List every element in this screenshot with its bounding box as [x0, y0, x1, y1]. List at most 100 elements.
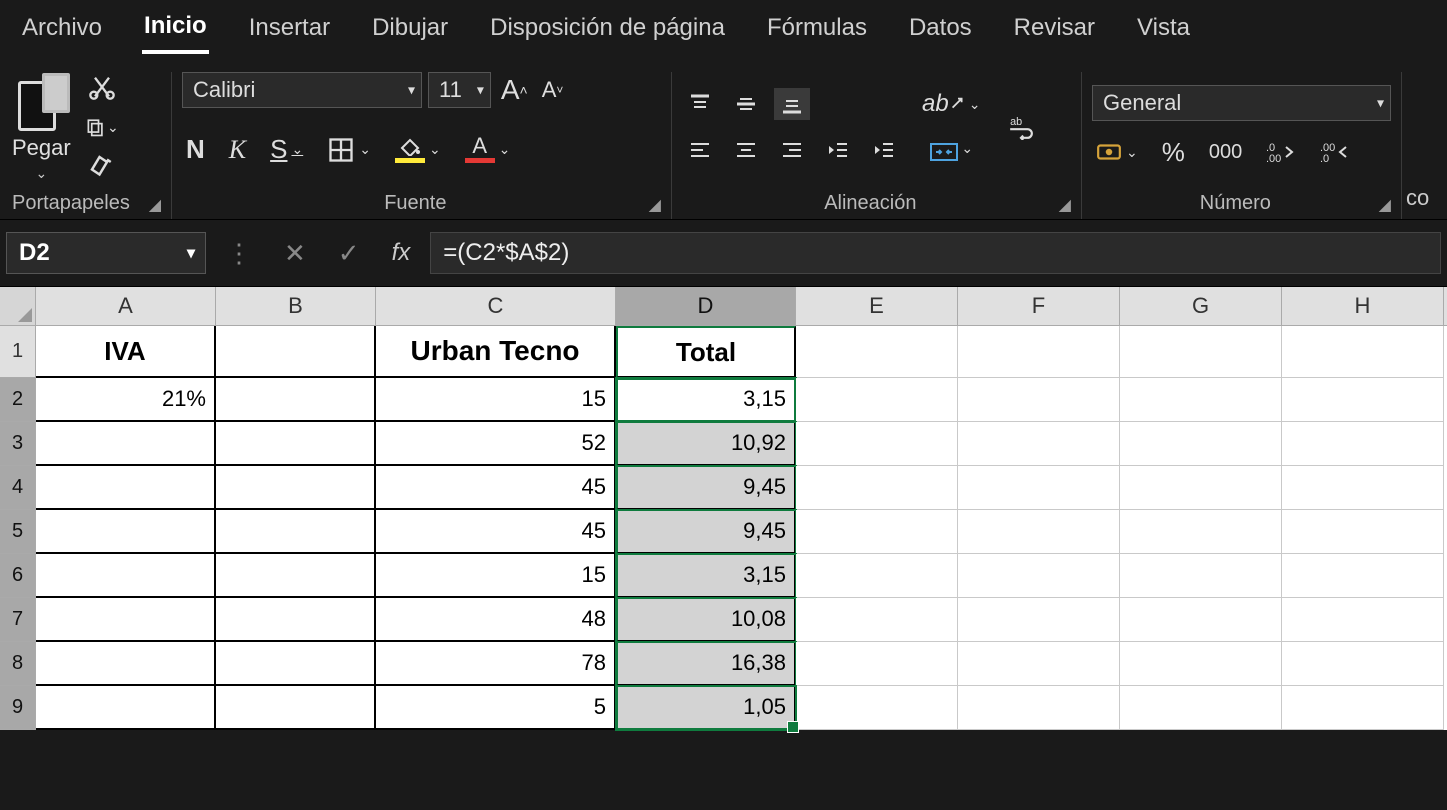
- cell-A9[interactable]: [36, 686, 216, 730]
- insert-function-icon[interactable]: fx: [380, 239, 423, 267]
- border-button[interactable]: ⌄: [323, 134, 375, 166]
- row-header-1[interactable]: 1: [0, 326, 36, 378]
- cell-B3[interactable]: [216, 422, 376, 466]
- cell-G8[interactable]: [1120, 642, 1282, 686]
- cell-D4[interactable]: 9,45: [616, 466, 796, 510]
- menu-archivo[interactable]: Archivo: [20, 10, 104, 52]
- cell-A3[interactable]: [36, 422, 216, 466]
- cell-F7[interactable]: [958, 598, 1120, 642]
- cell-C5[interactable]: 45: [376, 510, 616, 554]
- cancel-formula-icon[interactable]: ✕: [272, 238, 318, 269]
- cell-D5[interactable]: 9,45: [616, 510, 796, 554]
- cell-B1[interactable]: [216, 326, 376, 378]
- clipboard-dialog-launcher[interactable]: ◢: [149, 195, 161, 215]
- cell-H9[interactable]: [1282, 686, 1444, 730]
- row-header-2[interactable]: 2: [0, 378, 36, 422]
- align-middle-icon[interactable]: [728, 88, 764, 120]
- decrease-indent-icon[interactable]: [820, 134, 856, 166]
- copy-icon[interactable]: ⌄: [85, 112, 119, 142]
- cell-C1[interactable]: Urban Tecno: [376, 326, 616, 378]
- cell-D7[interactable]: 10,08: [616, 598, 796, 642]
- cell-G3[interactable]: [1120, 422, 1282, 466]
- bold-button[interactable]: N: [182, 132, 209, 167]
- paste-label[interactable]: Pegar: [12, 135, 71, 161]
- menu-dibujar[interactable]: Dibujar: [370, 10, 450, 52]
- formula-input[interactable]: =(C2*$A$2): [430, 232, 1441, 274]
- percent-icon[interactable]: %: [1158, 135, 1189, 170]
- cell-C6[interactable]: 15: [376, 554, 616, 598]
- col-header-E[interactable]: E: [796, 287, 958, 325]
- cell-G1[interactable]: [1120, 326, 1282, 378]
- decrease-font-icon[interactable]: A˅: [538, 75, 568, 105]
- col-header-B[interactable]: B: [216, 287, 376, 325]
- cell-H2[interactable]: [1282, 378, 1444, 422]
- menu-disposicion[interactable]: Disposición de página: [488, 10, 727, 52]
- row-header-6[interactable]: 6: [0, 554, 36, 598]
- cell-B9[interactable]: [216, 686, 376, 730]
- cell-H5[interactable]: [1282, 510, 1444, 554]
- cell-D2[interactable]: 3,15: [616, 378, 796, 422]
- wrap-text-icon[interactable]: ab: [1002, 110, 1040, 144]
- cell-E3[interactable]: [796, 422, 958, 466]
- cell-G7[interactable]: [1120, 598, 1282, 642]
- col-header-D[interactable]: D: [616, 287, 796, 325]
- cell-G9[interactable]: [1120, 686, 1282, 730]
- orientation-icon[interactable]: ab⌄: [918, 86, 984, 122]
- cell-C3[interactable]: 52: [376, 422, 616, 466]
- increase-font-icon[interactable]: A˄: [497, 72, 532, 108]
- underline-button[interactable]: S⌄: [266, 132, 307, 167]
- increase-indent-icon[interactable]: [866, 134, 902, 166]
- cell-F6[interactable]: [958, 554, 1120, 598]
- cell-F5[interactable]: [958, 510, 1120, 554]
- cell-H4[interactable]: [1282, 466, 1444, 510]
- alignment-dialog-launcher[interactable]: ◢: [1059, 195, 1071, 215]
- cell-F3[interactable]: [958, 422, 1120, 466]
- cell-A6[interactable]: [36, 554, 216, 598]
- cell-B5[interactable]: [216, 510, 376, 554]
- col-header-A[interactable]: A: [36, 287, 216, 325]
- cell-G6[interactable]: [1120, 554, 1282, 598]
- align-right-icon[interactable]: [774, 134, 810, 166]
- cell-F8[interactable]: [958, 642, 1120, 686]
- cell-A5[interactable]: [36, 510, 216, 554]
- thousands-icon[interactable]: 000: [1205, 139, 1246, 166]
- cell-D3[interactable]: 10,92: [616, 422, 796, 466]
- row-header-9[interactable]: 9: [0, 686, 36, 730]
- paste-icon[interactable]: [12, 73, 70, 135]
- align-center-icon[interactable]: [728, 134, 764, 166]
- cell-H6[interactable]: [1282, 554, 1444, 598]
- font-color-button[interactable]: A ⌄: [461, 134, 515, 165]
- cell-E6[interactable]: [796, 554, 958, 598]
- cell-B8[interactable]: [216, 642, 376, 686]
- menu-vista[interactable]: Vista: [1135, 10, 1192, 52]
- cell-C8[interactable]: 78: [376, 642, 616, 686]
- font-dialog-launcher[interactable]: ◢: [649, 195, 661, 215]
- menu-formulas[interactable]: Fórmulas: [765, 10, 869, 52]
- cell-A2[interactable]: 21%: [36, 378, 216, 422]
- menu-inicio[interactable]: Inicio: [142, 8, 209, 54]
- format-painter-icon[interactable]: [85, 152, 119, 182]
- align-top-icon[interactable]: [682, 88, 718, 120]
- font-family-select[interactable]: Calibri▾: [182, 72, 422, 108]
- cell-A1[interactable]: IVA: [36, 326, 216, 378]
- cell-F1[interactable]: [958, 326, 1120, 378]
- align-bottom-icon[interactable]: [774, 88, 810, 120]
- col-header-F[interactable]: F: [958, 287, 1120, 325]
- italic-button[interactable]: K: [225, 133, 250, 167]
- cell-F2[interactable]: [958, 378, 1120, 422]
- align-left-icon[interactable]: [682, 134, 718, 166]
- col-header-G[interactable]: G: [1120, 287, 1282, 325]
- cell-F4[interactable]: [958, 466, 1120, 510]
- cell-H7[interactable]: [1282, 598, 1444, 642]
- cell-A8[interactable]: [36, 642, 216, 686]
- select-all-corner[interactable]: [0, 287, 36, 325]
- cell-G2[interactable]: [1120, 378, 1282, 422]
- currency-icon[interactable]: ⌄: [1092, 139, 1142, 165]
- cell-E1[interactable]: [796, 326, 958, 378]
- merge-cells-icon[interactable]: ⌄: [925, 136, 977, 168]
- font-size-select[interactable]: 11▾: [428, 72, 491, 108]
- menu-insertar[interactable]: Insertar: [247, 10, 332, 52]
- name-box[interactable]: D2▾: [6, 232, 206, 274]
- row-header-4[interactable]: 4: [0, 466, 36, 510]
- cell-C7[interactable]: 48: [376, 598, 616, 642]
